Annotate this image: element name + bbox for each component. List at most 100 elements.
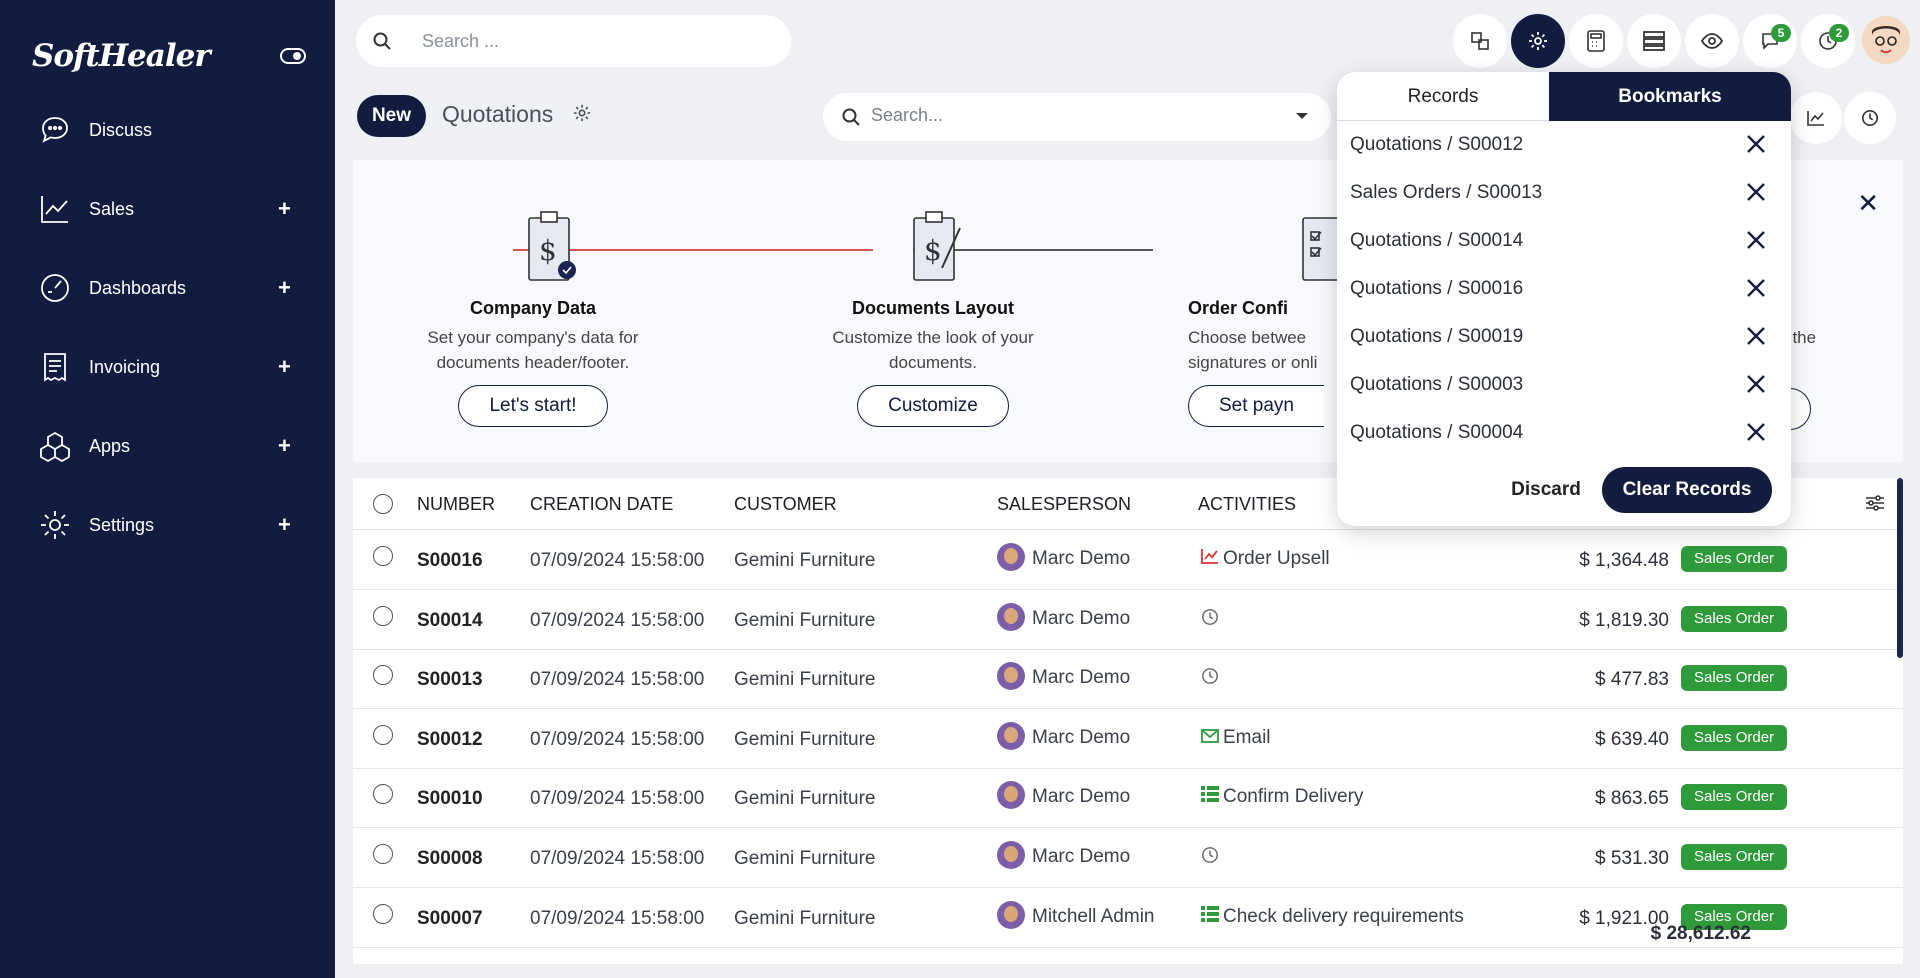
bookmark-label[interactable]: Quotations / S00003 xyxy=(1350,374,1523,396)
row-checkbox[interactable] xyxy=(373,546,393,566)
layout-button[interactable] xyxy=(1627,14,1681,68)
row-checkbox[interactable] xyxy=(373,844,393,864)
activity-view-button[interactable] xyxy=(1844,92,1896,144)
row-checkbox[interactable] xyxy=(373,903,393,924)
sidebar-item-dashboards[interactable]: Dashboards + xyxy=(0,258,335,318)
settings-button[interactable] xyxy=(1511,14,1565,68)
quotations-table: NUMBER CREATION DATE CUSTOMER SALESPERSO… xyxy=(353,478,1903,964)
svg-text:$: $ xyxy=(924,234,942,267)
expand-plus-icon[interactable]: + xyxy=(278,354,291,380)
sidebar-item-settings[interactable]: Settings + xyxy=(0,495,335,555)
cell-activity[interactable]: Email xyxy=(1201,727,1271,749)
sidebar-item-invoicing[interactable]: Invoicing + xyxy=(0,337,335,397)
cell-number: S00016 xyxy=(417,550,483,571)
salesperson-name: Marc Demo xyxy=(1032,726,1131,748)
messages-button[interactable]: 5 xyxy=(1743,14,1797,68)
gear-icon[interactable] xyxy=(573,104,591,122)
header-salesperson[interactable]: SALESPERSON xyxy=(997,494,1131,515)
row-checkbox[interactable] xyxy=(373,784,393,805)
table-row[interactable]: S00010 07/09/2024 15:58:00 Gemini Furnitur… xyxy=(353,768,1903,829)
cell-customer: Gemini Furniture xyxy=(734,907,876,929)
table-row[interactable]: S00014 07/09/2024 15:58:00 Gemini Furnitur… xyxy=(353,590,1903,650)
bookmark-item[interactable]: Quotations / S00016 xyxy=(1337,265,1791,313)
header-customer[interactable]: CUSTOMER xyxy=(734,494,837,515)
discard-button[interactable]: Discard xyxy=(1486,467,1606,513)
expand-plus-icon[interactable]: + xyxy=(278,433,291,459)
step-description: Set your company's data for documents he… xyxy=(427,328,639,372)
search-bar[interactable]: Search... xyxy=(823,93,1331,141)
status-badge: Sales Order xyxy=(1681,605,1788,632)
bookmark-item[interactable]: Quotations / S00019 xyxy=(1337,313,1791,361)
set-payment-button[interactable]: Set payn xyxy=(1188,385,1324,427)
cell-amount: $ 531.30 xyxy=(1595,848,1669,869)
row-checkbox[interactable] xyxy=(373,605,393,626)
bookmark-item[interactable]: Quotations / S00014 xyxy=(1337,217,1791,265)
sidebar-item-label: Settings xyxy=(89,514,155,535)
close-icon[interactable] xyxy=(1746,278,1766,298)
bookmark-label[interactable]: Quotations / S00004 xyxy=(1350,422,1523,444)
cell-activity[interactable] xyxy=(1201,608,1223,632)
table-row[interactable]: S00008 07/09/2024 15:58:00 Gemini Furnitur… xyxy=(353,828,1903,888)
select-all-checkbox[interactable] xyxy=(373,494,393,514)
calculator-button[interactable] xyxy=(1569,14,1623,68)
graph-view-button[interactable] xyxy=(1790,92,1842,144)
preview-button[interactable] xyxy=(1685,14,1739,68)
bookmark-item[interactable]: Quotations / S00004 xyxy=(1337,409,1791,457)
table-scrollbar[interactable] xyxy=(1897,478,1903,658)
bookmark-label[interactable]: Quotations / S00012 xyxy=(1350,134,1523,156)
close-icon[interactable] xyxy=(1746,134,1766,154)
salesperson-avatar xyxy=(997,900,1025,929)
search-placeholder: Search... xyxy=(871,105,944,125)
app-logo[interactable]: SoftHealer xyxy=(32,38,211,74)
close-icon[interactable] xyxy=(1746,182,1766,202)
new-button[interactable]: New xyxy=(357,95,426,137)
customize-button[interactable]: Customize xyxy=(857,385,1009,427)
cell-activity[interactable] xyxy=(1201,667,1223,691)
bookmark-label[interactable]: Quotations / S00016 xyxy=(1350,278,1523,300)
bookmark-item[interactable]: Quotations / S00003 xyxy=(1337,361,1791,409)
sidebar-toggle-icon[interactable] xyxy=(280,48,306,64)
tab-bookmarks[interactable]: Bookmarks xyxy=(1549,72,1791,121)
close-icon[interactable] xyxy=(1746,326,1766,346)
header-number[interactable]: NUMBER xyxy=(417,494,495,515)
cell-salesperson: Marc Demo xyxy=(997,721,1131,752)
translate-button[interactable] xyxy=(1453,14,1507,68)
cell-activity[interactable]: Order Upsell xyxy=(1201,548,1330,570)
cell-activity[interactable]: Check delivery requirements xyxy=(1201,905,1464,928)
table-row[interactable]: S00016 07/09/2024 15:58:00 Gemini Furnitur… xyxy=(353,530,1903,590)
global-search-input[interactable] xyxy=(422,30,762,52)
expand-plus-icon[interactable]: + xyxy=(278,275,291,301)
caret-down-icon[interactable] xyxy=(1295,112,1309,121)
clear-records-button[interactable]: Clear Records xyxy=(1602,467,1772,513)
sidebar-item-apps[interactable]: Apps + xyxy=(0,416,335,476)
user-avatar[interactable] xyxy=(1862,16,1910,64)
close-icon[interactable] xyxy=(1746,230,1766,250)
tab-records[interactable]: Records xyxy=(1337,72,1549,121)
bookmark-label[interactable]: Quotations / S00019 xyxy=(1350,326,1523,348)
table-row[interactable]: S00012 07/09/2024 15:58:00 Gemini Furnitur… xyxy=(353,709,1903,769)
close-icon[interactable] xyxy=(1746,422,1766,442)
sidebar-item-discuss[interactable]: Discuss xyxy=(0,100,335,160)
close-icon[interactable]: ✕ xyxy=(1857,188,1879,219)
expand-plus-icon[interactable]: + xyxy=(278,512,291,538)
lets-start-button[interactable]: Let's start! xyxy=(458,385,608,427)
column-settings-icon[interactable] xyxy=(1865,494,1885,512)
bookmark-label[interactable]: Quotations / S00014 xyxy=(1350,230,1523,252)
expand-plus-icon[interactable]: + xyxy=(278,196,291,222)
bookmark-item[interactable]: Quotations / S00012 xyxy=(1337,121,1791,169)
sidebar-item-sales[interactable]: Sales + xyxy=(0,179,335,239)
close-icon[interactable] xyxy=(1746,374,1766,394)
svg-text:$: $ xyxy=(539,234,557,267)
cell-activity[interactable]: Confirm Delivery xyxy=(1201,786,1363,808)
bookmark-item[interactable]: Sales Orders / S00013 xyxy=(1337,169,1791,217)
cell-number: S00008 xyxy=(417,848,483,869)
cell-number: S00013 xyxy=(417,669,483,691)
header-creation-date[interactable]: CREATION DATE xyxy=(530,494,673,515)
row-checkbox[interactable] xyxy=(373,665,393,686)
row-checkbox[interactable] xyxy=(373,724,393,745)
activities-button[interactable]: 2 xyxy=(1801,14,1855,68)
header-activities[interactable]: ACTIVITIES xyxy=(1198,494,1296,515)
table-row[interactable]: S00013 07/09/2024 15:58:00 Gemini Furnitur… xyxy=(353,649,1903,710)
cell-activity[interactable] xyxy=(1201,846,1223,870)
bookmark-label[interactable]: Sales Orders / S00013 xyxy=(1350,182,1542,204)
